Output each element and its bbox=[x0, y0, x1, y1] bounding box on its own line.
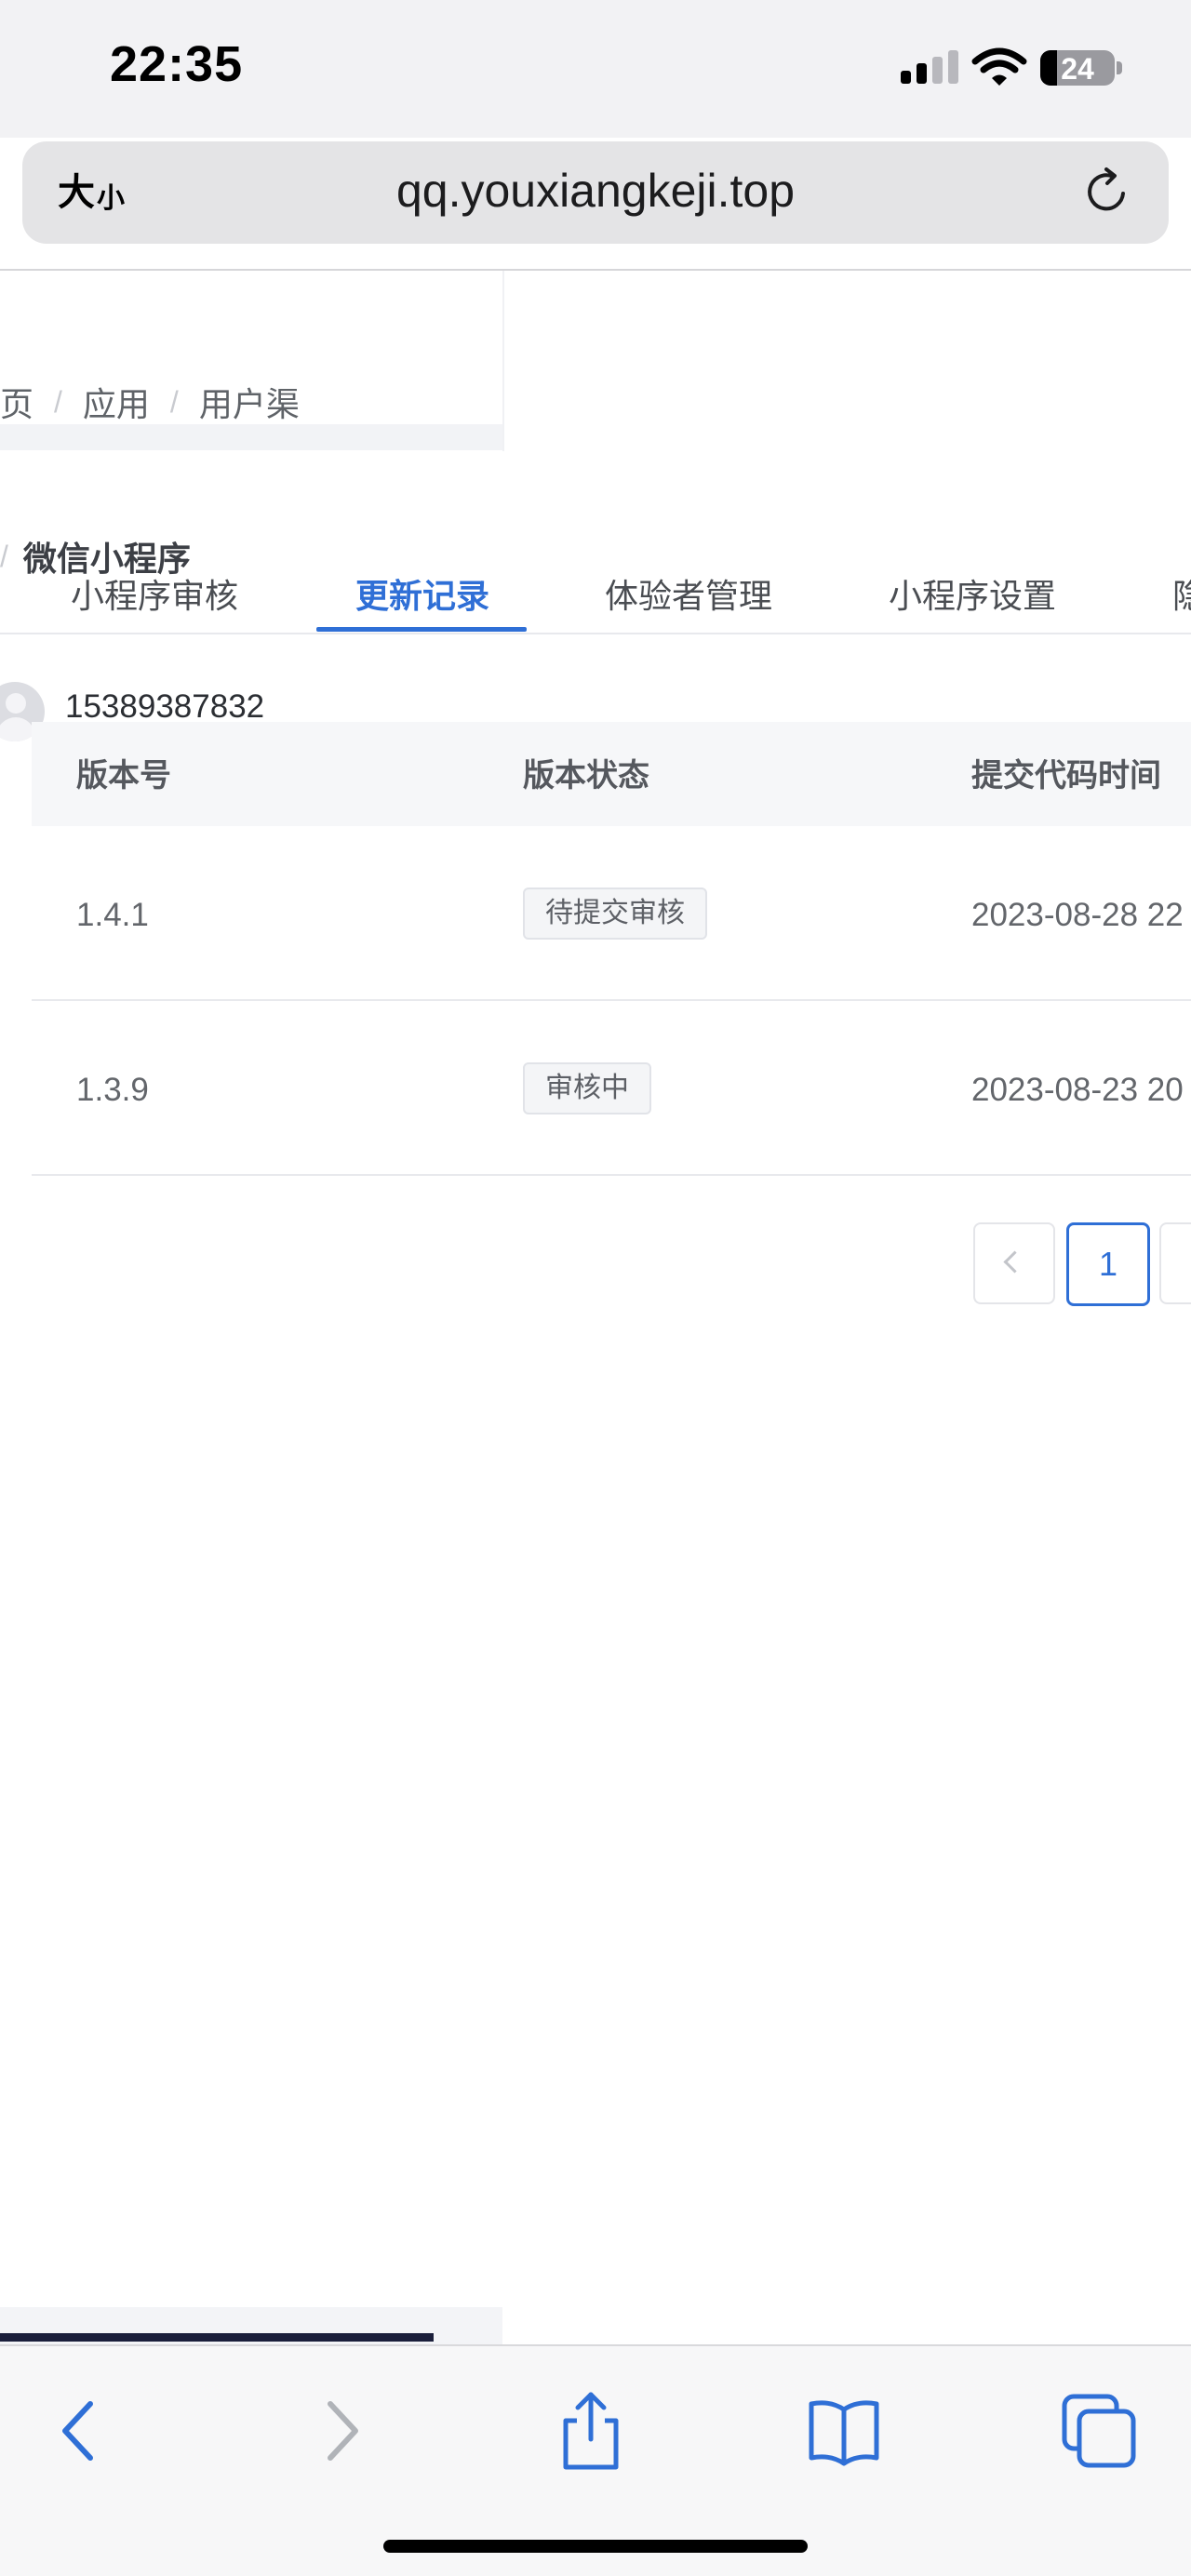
battery-tip bbox=[1117, 61, 1122, 74]
reload-icon[interactable] bbox=[1081, 166, 1133, 218]
column-header-submit-time: 提交代码时间 bbox=[971, 758, 1161, 794]
status-bar: 22:35 24 bbox=[0, 0, 1191, 138]
tab-bar: 小程序审核 更新记录 体验者管理 小程序设置 隐 bbox=[0, 562, 1191, 636]
tab-review[interactable]: 小程序审核 bbox=[71, 569, 238, 618]
submit-time: 2023-08-23 20 bbox=[971, 1072, 1184, 1108]
cellular-signal-icon bbox=[901, 50, 960, 84]
tabs-divider bbox=[0, 633, 1191, 634]
version-number: 1.3.9 bbox=[76, 1072, 149, 1108]
tabs-icon[interactable] bbox=[1057, 2389, 1141, 2473]
breadcrumb-separator: / bbox=[169, 384, 179, 419]
share-icon[interactable] bbox=[549, 2389, 633, 2473]
status-badge: 审核中 bbox=[523, 1062, 651, 1114]
tab-tester-management[interactable]: 体验者管理 bbox=[605, 569, 772, 618]
back-icon[interactable] bbox=[39, 2389, 123, 2473]
home-indicator bbox=[383, 2540, 808, 2553]
status-badge: 待提交审核 bbox=[523, 888, 707, 940]
column-header-version: 版本号 bbox=[76, 758, 171, 794]
status-time: 22:35 bbox=[110, 36, 244, 92]
bookmarks-icon[interactable] bbox=[802, 2389, 886, 2473]
pagination-prev-button[interactable] bbox=[973, 1222, 1055, 1304]
battery-level: 24 bbox=[1061, 52, 1094, 86]
table-row: 1.4.1 待提交审核 2023-08-28 22 bbox=[32, 826, 1191, 1001]
page: 22:35 24 大 小 qq.youxiangkeji.top 页 / 应用 … bbox=[0, 0, 1191, 2576]
breadcrumb: 页 / 应用 / 用户渠 bbox=[0, 378, 300, 426]
breadcrumb-separator: / bbox=[54, 384, 62, 419]
horizontal-scrollbar[interactable] bbox=[0, 2333, 434, 2342]
breadcrumb-strip bbox=[0, 424, 502, 450]
battery-icon: 24 bbox=[1040, 50, 1115, 86]
address-bar[interactable]: 大 小 qq.youxiangkeji.top bbox=[22, 141, 1169, 244]
active-tab-indicator bbox=[316, 627, 527, 632]
user-phone: 15389387832 bbox=[65, 688, 265, 725]
pagination-next-button[interactable] bbox=[1159, 1222, 1191, 1304]
pagination-current-page[interactable]: 1 bbox=[1066, 1222, 1150, 1306]
table-row: 1.3.9 审核中 2023-08-23 20 bbox=[32, 1001, 1191, 1176]
url-text: qq.youxiangkeji.top bbox=[395, 165, 796, 217]
breadcrumb-item-channel: 用户渠 bbox=[198, 385, 300, 423]
chevron-left-icon bbox=[1003, 1250, 1026, 1274]
version-number: 1.4.1 bbox=[76, 897, 149, 933]
table-header: 版本号 版本状态 提交代码时间 bbox=[32, 722, 1191, 826]
breadcrumb-item-home[interactable]: 页 bbox=[0, 378, 33, 426]
forward-icon[interactable] bbox=[298, 2389, 381, 2473]
column-header-status: 版本状态 bbox=[523, 758, 649, 794]
wifi-icon bbox=[971, 47, 1027, 86]
tab-privacy[interactable]: 隐 bbox=[1172, 569, 1191, 618]
breadcrumb-item-apps[interactable]: 应用 bbox=[83, 378, 150, 426]
tab-settings[interactable]: 小程序设置 bbox=[889, 569, 1056, 618]
submit-time: 2023-08-28 22 bbox=[971, 897, 1184, 933]
tab-update-records[interactable]: 更新记录 bbox=[355, 569, 489, 618]
